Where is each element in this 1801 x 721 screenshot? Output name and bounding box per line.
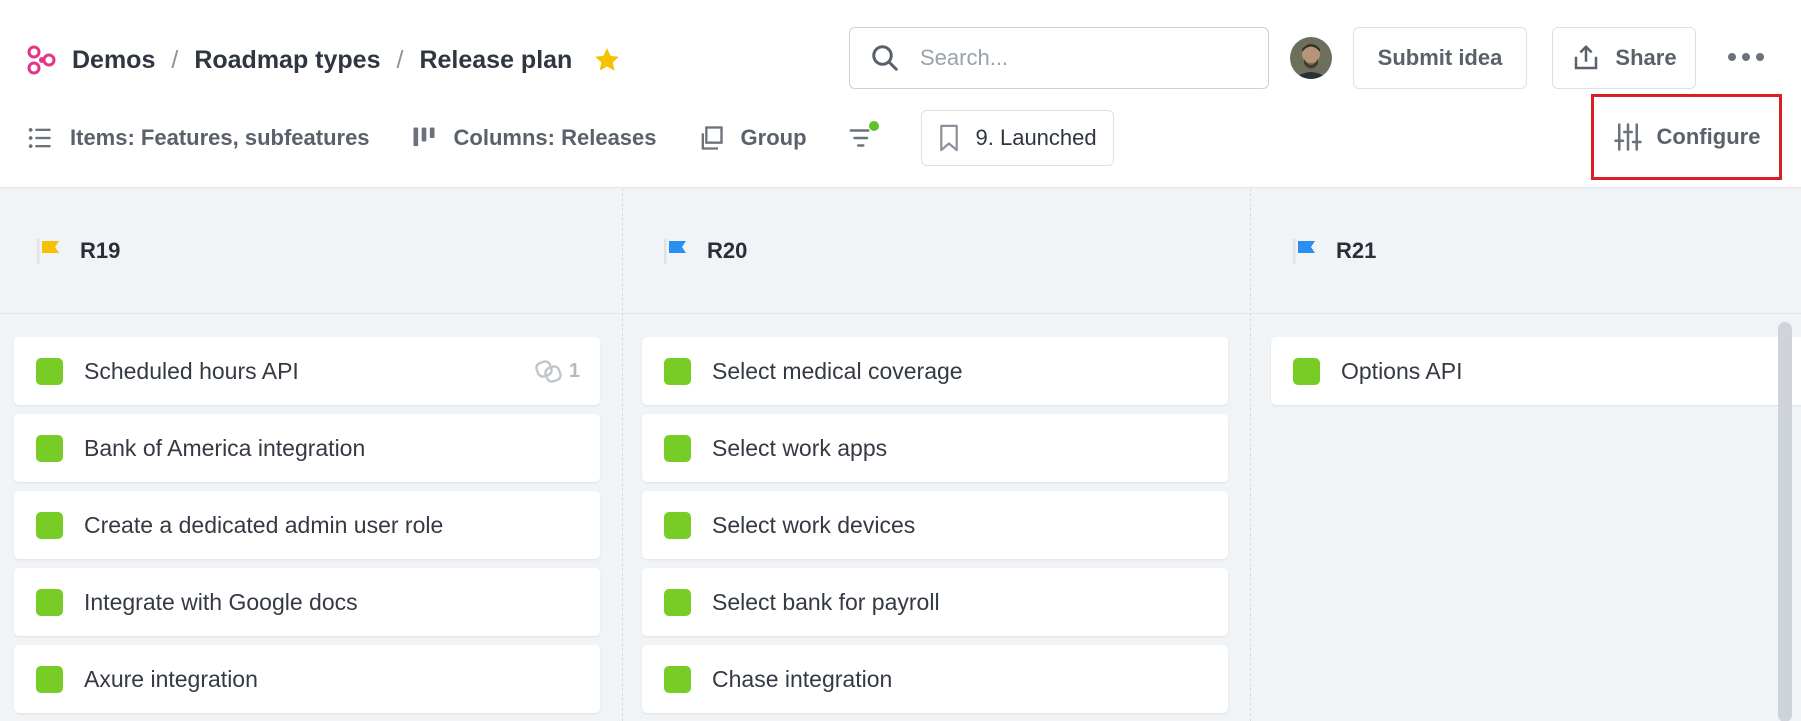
feature-card[interactable]: Integrate with Google docs: [14, 568, 600, 636]
status-swatch: [664, 357, 691, 385]
submit-idea-label: Submit idea: [1377, 45, 1503, 70]
more-options-icon[interactable]: [1728, 45, 1764, 69]
feature-name: Select work devices: [712, 511, 916, 538]
link-count: 1: [568, 359, 580, 382]
column-header[interactable]: R21: [1251, 188, 1801, 314]
favorite-star-icon[interactable]: [592, 45, 622, 75]
horizontal-scroll-handle[interactable]: [1778, 322, 1792, 721]
link-icon: [535, 360, 562, 383]
page-title: Release plan: [419, 45, 573, 74]
feature-name: Bank of America integration: [84, 434, 366, 461]
column-title: R21: [1336, 237, 1377, 263]
columns-label: Columns: Releases: [453, 125, 657, 150]
release-column-r20: R20 Select medical coverage Select work …: [623, 188, 1251, 721]
share-button[interactable]: Share: [1552, 27, 1696, 89]
status-swatch: [36, 511, 63, 539]
feature-name: Chase integration: [712, 665, 893, 692]
share-icon: [1575, 44, 1598, 70]
list-icon: [28, 127, 51, 149]
group-selector[interactable]: Group: [697, 124, 807, 152]
columns-icon: [413, 127, 435, 147]
feature-name: Options API: [1341, 357, 1463, 384]
search-box[interactable]: [849, 27, 1269, 89]
feature-card[interactable]: Select bank for payroll: [642, 568, 1228, 636]
filter-button[interactable]: [847, 121, 879, 153]
group-icon: [701, 126, 723, 150]
feature-name: Axure integration: [84, 665, 258, 692]
release-column-r21: R21 Options API: [1251, 188, 1801, 721]
release-flag-icon: [664, 238, 686, 264]
user-avatar[interactable]: [1290, 37, 1332, 79]
column-header[interactable]: R19: [0, 188, 622, 314]
status-swatch: [664, 665, 691, 693]
column-header[interactable]: R20: [623, 188, 1251, 314]
feature-name: Select work apps: [712, 434, 888, 461]
feature-name: Select medical coverage: [712, 357, 963, 384]
feature-card[interactable]: Select medical coverage: [642, 337, 1228, 405]
submit-idea-button[interactable]: Submit idea: [1353, 27, 1527, 89]
roadmap-toolbar: Items: Features, subfeatures Columns: Re…: [26, 110, 1114, 166]
feature-card[interactable]: Create a dedicated admin user role: [14, 491, 600, 559]
feature-name: Scheduled hours API: [84, 357, 299, 384]
feature-card[interactable]: Chase integration: [642, 645, 1228, 713]
feature-name: Create a dedicated admin user role: [84, 511, 444, 538]
feature-card[interactable]: Axure integration: [14, 645, 600, 713]
feature-card[interactable]: Select work devices: [642, 491, 1228, 559]
link-count-badge[interactable]: 1: [535, 359, 580, 383]
configure-label: Configure: [1656, 124, 1761, 149]
release-column-r19: R19 Scheduled hours API 1 Bank of Americ…: [0, 188, 622, 721]
group-label: Group: [740, 125, 807, 150]
columns-selector[interactable]: Columns: Releases: [410, 124, 657, 152]
status-swatch: [664, 434, 691, 462]
release-flag-icon: [1293, 238, 1315, 264]
feature-card[interactable]: Select work apps: [642, 414, 1228, 482]
filter-active-dot: [868, 121, 879, 131]
items-selector[interactable]: Items: Features, subfeatures: [26, 124, 370, 152]
roadmap-board: R19 Scheduled hours API 1 Bank of Americ…: [0, 188, 1801, 721]
breadcrumb: Demos / Roadmap types / Release plan: [26, 40, 622, 80]
column-title: R20: [707, 237, 748, 263]
search-icon: [872, 45, 898, 71]
feature-name: Integrate with Google docs: [84, 588, 358, 615]
column-title: R19: [80, 237, 121, 263]
breadcrumb-separator: /: [171, 45, 179, 74]
aha-logo-icon[interactable]: [26, 44, 58, 76]
breadcrumb-separator: /: [396, 45, 404, 74]
feature-card[interactable]: Options API: [1271, 337, 1801, 405]
breadcrumb-demos[interactable]: Demos: [72, 46, 155, 75]
status-swatch: [36, 588, 63, 616]
status-swatch: [36, 357, 63, 385]
search-input[interactable]: [920, 45, 1240, 71]
share-label: Share: [1615, 45, 1677, 70]
status-swatch: [36, 665, 63, 693]
saved-view-button[interactable]: 9. Launched: [920, 110, 1114, 166]
saved-view-label: 9. Launched: [975, 125, 1097, 150]
sliders-icon: [1613, 123, 1642, 151]
status-swatch: [36, 434, 63, 462]
release-flag-icon: [37, 238, 59, 264]
feature-name: Select bank for payroll: [712, 588, 940, 615]
feature-card[interactable]: Scheduled hours API 1: [14, 337, 600, 405]
bookmark-icon: [939, 124, 958, 152]
status-swatch: [664, 511, 691, 539]
status-swatch: [664, 588, 691, 616]
items-label: Items: Features, subfeatures: [70, 125, 370, 150]
breadcrumb-roadmap-types[interactable]: Roadmap types: [194, 46, 380, 75]
feature-card[interactable]: Bank of America integration: [14, 414, 600, 482]
status-swatch: [1293, 357, 1320, 385]
configure-button[interactable]: Configure: [1591, 94, 1782, 180]
top-bar: Demos / Roadmap types / Release plan Sub…: [0, 0, 1801, 188]
